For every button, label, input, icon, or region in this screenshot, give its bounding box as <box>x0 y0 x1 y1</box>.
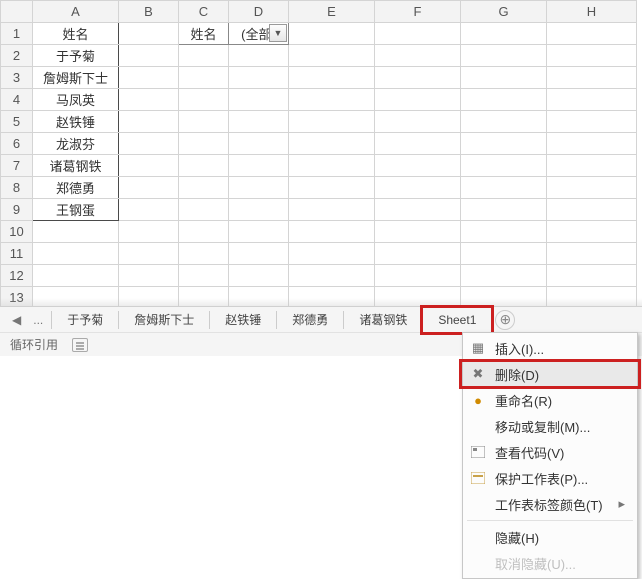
row-header-4[interactable]: 4 <box>1 89 33 111</box>
row-header-11[interactable]: 11 <box>1 243 33 265</box>
cells-table[interactable]: A B C D E F G H 1 姓名 姓名 (全部) ▼ 2 于予菊 3 詹… <box>0 0 637 306</box>
column-header-row: A B C D E F G H <box>1 1 637 23</box>
insert-icon: ▦ <box>469 340 487 356</box>
cell-B1[interactable] <box>119 23 179 45</box>
ctx-unhide[interactable]: 取消隐藏(U)... <box>463 550 637 576</box>
ctx-move-copy[interactable]: 移动或复制(M)... <box>463 413 637 439</box>
cell-A1[interactable]: 姓名 <box>33 23 119 45</box>
sheet-tab-0[interactable]: 于予菊 <box>54 307 116 332</box>
submenu-arrow-icon: ▸ <box>618 496 625 512</box>
sheet-tab-2[interactable]: 赵铁锤 <box>212 307 274 332</box>
cell-A6[interactable]: 龙淑芬 <box>33 133 119 155</box>
plus-icon: ⊕ <box>500 311 512 328</box>
chevron-down-icon: ▼ <box>274 28 283 38</box>
cell-A7[interactable]: 诸葛钢铁 <box>33 155 119 177</box>
cell-E1[interactable] <box>289 23 375 45</box>
select-all-corner[interactable] <box>1 1 33 23</box>
cell-D1-pivot-filter[interactable]: (全部) ▼ <box>229 23 289 45</box>
col-header-B[interactable]: B <box>119 1 179 23</box>
row-1: 1 姓名 姓名 (全部) ▼ <box>1 23 637 45</box>
code-icon <box>469 446 487 458</box>
row-header-6[interactable]: 6 <box>1 133 33 155</box>
row-header-7[interactable]: 7 <box>1 155 33 177</box>
ctx-protect-sheet[interactable]: 保护工作表(P)... <box>463 465 637 491</box>
row-header-2[interactable]: 2 <box>1 45 33 67</box>
col-header-C[interactable]: C <box>179 1 229 23</box>
cell-A9[interactable]: 王钢蛋 <box>33 199 119 221</box>
protect-icon <box>469 472 487 484</box>
pivot-filter-dropdown-button[interactable]: ▼ <box>269 24 287 42</box>
cell-H1[interactable] <box>547 23 637 45</box>
cell-A4[interactable]: 马凤英 <box>33 89 119 111</box>
row-header-12[interactable]: 12 <box>1 265 33 287</box>
cell-C1-pivot-field[interactable]: 姓名 <box>179 23 229 45</box>
sheet-tab-4[interactable]: 诸葛钢铁 <box>346 307 420 332</box>
worksheet-grid[interactable]: A B C D E F G H 1 姓名 姓名 (全部) ▼ 2 于予菊 3 詹… <box>0 0 642 306</box>
ctx-view-code[interactable]: 查看代码(V) <box>463 439 637 465</box>
tab-separator <box>51 311 52 329</box>
col-header-A[interactable]: A <box>33 1 119 23</box>
row-header-13[interactable]: 13 <box>1 287 33 307</box>
sheet-tab-context-menu: ▦ 插入(I)... ✖ 删除(D) ● 重命名(R) 移动或复制(M)... … <box>462 332 638 579</box>
tab-nav-prev-icon[interactable]: ◀ <box>6 313 27 327</box>
col-header-E[interactable]: E <box>289 1 375 23</box>
ctx-rename[interactable]: ● 重命名(R) <box>463 387 637 413</box>
cell-A2[interactable]: 于予菊 <box>33 45 119 67</box>
cell-A3[interactable]: 詹姆斯下士 <box>33 67 119 89</box>
row-header-10[interactable]: 10 <box>1 221 33 243</box>
ctx-tab-color[interactable]: 工作表标签颜色(T) ▸ <box>463 491 637 517</box>
col-header-F[interactable]: F <box>375 1 461 23</box>
ctx-delete[interactable]: ✖ 删除(D) <box>463 361 637 387</box>
row-header-5[interactable]: 5 <box>1 111 33 133</box>
sheet-tab-strip: ◀ ... 于予菊 詹姆斯下士 赵铁锤 郑德勇 诸葛钢铁 Sheet1 ⊕ <box>0 306 642 332</box>
row-header-1[interactable]: 1 <box>1 23 33 45</box>
delete-icon: ✖ <box>469 366 487 382</box>
sheet-tab-1[interactable]: 詹姆斯下士 <box>121 307 207 332</box>
status-mode-label: 循环引用 <box>10 336 58 353</box>
rename-icon: ● <box>469 393 487 408</box>
cell-G1[interactable] <box>461 23 547 45</box>
ctx-insert[interactable]: ▦ 插入(I)... <box>463 335 637 361</box>
cell-A5[interactable]: 赵铁锤 <box>33 111 119 133</box>
macro-record-icon[interactable] <box>72 338 88 352</box>
tab-overflow-button[interactable]: ... <box>27 313 49 327</box>
new-sheet-button[interactable]: ⊕ <box>495 310 515 330</box>
cell-F1[interactable] <box>375 23 461 45</box>
sheet-tab-3[interactable]: 郑德勇 <box>279 307 341 332</box>
col-header-H[interactable]: H <box>547 1 637 23</box>
row-header-8[interactable]: 8 <box>1 177 33 199</box>
cell-A8[interactable]: 郑德勇 <box>33 177 119 199</box>
ctx-separator <box>467 520 633 521</box>
sheet-tab-sheet1[interactable]: Sheet1 <box>425 309 489 331</box>
col-header-D[interactable]: D <box>229 1 289 23</box>
row-header-9[interactable]: 9 <box>1 199 33 221</box>
col-header-G[interactable]: G <box>461 1 547 23</box>
row-header-3[interactable]: 3 <box>1 67 33 89</box>
